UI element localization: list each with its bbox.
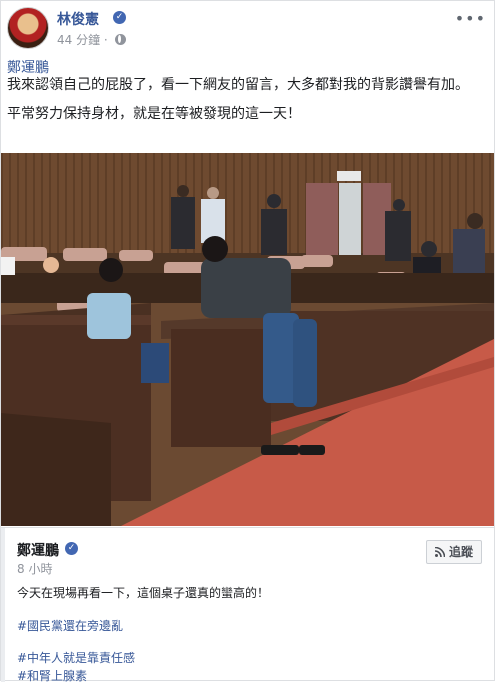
globe-icon [114,34,126,45]
post-paragraph: 平常努力保持身材，就是在等被發現的這一天！ [7,106,301,122]
legislature-chamber-photo [1,153,494,526]
post-photo[interactable] [1,153,494,526]
author-name[interactable]: 林俊憲 [57,9,99,29]
hashtag-link[interactable]: #和腎上腺素 [17,669,477,684]
post-body: 我來認領自己的屁股了，看一下網友的留言，大多都對我的背影讚譽有加。 平常努力保持… [7,75,487,133]
post-paragraph: 我來認領自己的屁股了，看一下網友的留言，大多都對我的背影讚譽有加。 [7,77,469,93]
verified-badge-icon: ✓ [113,11,126,24]
shared-from-link[interactable]: 鄭運鵬 [7,57,49,77]
follow-label: 追蹤 [448,545,473,559]
verified-badge-icon: ✓ [65,542,78,555]
post-time[interactable]: 44 分鐘 [57,33,100,47]
post-header: 林俊憲 ✓ 44 分鐘 · ••• [7,7,490,51]
hashtag-link[interactable]: #國民黨還在旁邊亂 [17,619,477,634]
embed-body: 今天在現場再看一下，這個桌子還真的蠻高的！ #國民黨還在旁邊亂 #中年人就是靠責… [17,586,477,684]
embed-time[interactable]: 8 小時 [17,560,52,577]
post-meta: 44 分鐘 · [57,31,126,48]
embedded-post: 鄭運鵬 ✓ 8 小時 追蹤 今天在現場再看一下，這個桌子還真的蠻高的！ #國民黨… [1,527,494,684]
hashtag-link[interactable]: #中年人就是靠責任感 [17,651,477,666]
embed-paragraph: 今天在現場再看一下，這個桌子還真的蠻高的！ [17,586,270,600]
facebook-post-card: 林俊憲 ✓ 44 分鐘 · ••• 鄭運鵬 我來認領自己的屁股了，看一下網友的留… [0,0,495,684]
more-options-icon[interactable]: ••• [455,9,486,28]
embed-divider [1,528,5,682]
author-avatar[interactable] [7,7,49,49]
follow-button[interactable]: 追蹤 [425,540,482,564]
embed-author-name[interactable]: 鄭運鵬 [17,540,59,560]
rss-icon [434,547,445,557]
